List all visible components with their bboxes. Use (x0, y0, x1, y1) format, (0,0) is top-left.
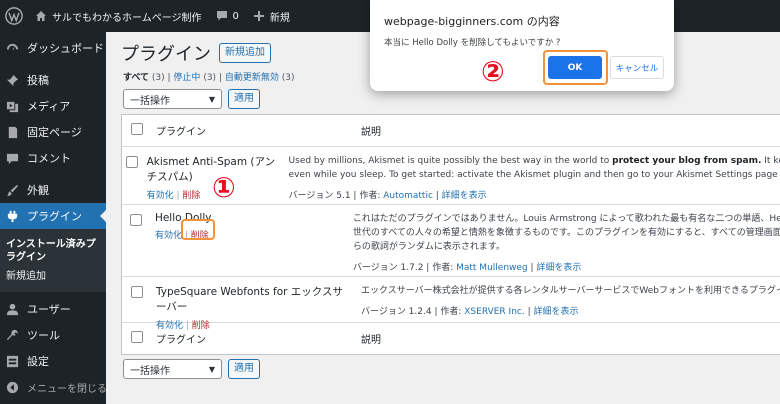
plugin-status-filters: すべて (3) | 停止中 (3) | 自動更新無効 (3) (123, 73, 295, 83)
table-footer: プラグイン 説明 (122, 323, 780, 354)
delete-link[interactable]: 削除 (182, 191, 200, 201)
bulk-actions-top: 一括操作 ▼ 適用 (123, 89, 260, 109)
activate-link[interactable]: 有効化 (147, 191, 174, 201)
select-all-checkbox[interactable] (130, 123, 143, 135)
comments-count: 0 (232, 10, 239, 22)
comments-link[interactable]: 0 (209, 0, 246, 32)
author-link[interactable]: Automattic (383, 191, 433, 201)
sidebar-item-dashboard[interactable]: ダッシュボード (0, 35, 106, 61)
sidebar-item-comments[interactable]: コメント (0, 145, 106, 171)
confirm-dialog: webpage-bigginners.com の内容 本当に Hello Dol… (370, 0, 674, 91)
media-icon (6, 100, 19, 113)
title-row: プラグイン 新規追加 (121, 40, 271, 66)
table-row: Hello Dolly 有効化 | 削除 これはただのプラグインではありません。… (122, 205, 780, 277)
wrench-icon (6, 329, 19, 342)
plugin-checkbox[interactable] (125, 156, 138, 168)
plugin-icon (6, 210, 19, 223)
dialog-message: 本当に Hello Dolly を削除してもよいですか ? (384, 38, 561, 48)
plugin-checkbox[interactable] (130, 286, 143, 298)
dashboard-icon (6, 42, 19, 55)
filter-auto-update-disabled[interactable]: 自動更新無効 (225, 73, 279, 83)
comment-icon (6, 152, 19, 165)
column-plugin-footer: プラグイン (156, 335, 206, 346)
column-description-header: 説明 (361, 127, 381, 138)
sidebar-item-posts[interactable]: 投稿 (0, 67, 106, 93)
sidebar-item-plugins[interactable]: プラグイン (0, 203, 106, 229)
table-row: TypeSquare Webfonts for エックスサーバー 有効化 | 削… (122, 277, 780, 331)
apply-button-bottom[interactable]: 適用 (228, 359, 260, 379)
submenu-add-new[interactable]: 新規追加 (0, 267, 106, 286)
plugin-meta: バージョン 1.7.2 | 作者: Matt Mullenweg | 詳細を表示 (352, 263, 582, 273)
settings-icon (6, 355, 19, 368)
select-all-checkbox-footer[interactable] (130, 331, 143, 343)
admin-sidebar: ダッシュボード 投稿 メディア 固定ページ コメント 外観 プラグイン インスト… (0, 32, 107, 404)
bulk-action-select-top[interactable]: 一括操作 ▼ (123, 89, 222, 109)
brush-icon (6, 184, 19, 197)
details-link[interactable]: 詳細を表示 (533, 307, 578, 317)
sidebar-item-media[interactable]: メディア (0, 93, 106, 119)
submenu-installed-plugins[interactable]: インストール済みプラグイン (0, 235, 106, 267)
bulk-actions-bottom: 一括操作 ▼ 適用 (123, 359, 260, 379)
filter-all[interactable]: すべて (123, 73, 149, 83)
ok-highlight-box (543, 50, 608, 85)
plugin-checkbox[interactable] (129, 214, 142, 226)
bulk-action-select-bottom[interactable]: 一括操作 ▼ (123, 359, 222, 379)
author-link[interactable]: Matt Mullenweg (456, 263, 528, 273)
column-description-footer: 説明 (361, 335, 381, 346)
step-2-marker: ② (481, 55, 505, 88)
comment-bubble-icon (216, 11, 227, 21)
sidebar-item-settings[interactable]: 設定 (0, 348, 106, 374)
plugin-meta: バージョン 1.2.4 | 作者: XSERVER Inc. | 詳細を表示 (361, 307, 579, 317)
site-name-link[interactable]: サルでもわかるホームページ制作 (28, 0, 209, 32)
page-title: プラグイン (121, 44, 211, 65)
column-plugin-header: プラグイン (156, 127, 206, 138)
table-header: プラグイン 説明 (122, 115, 780, 147)
plugins-table: プラグイン 説明 Akismet Anti-Spam (アンチスパム) 有効化 … (121, 114, 780, 355)
dialog-cancel-button[interactable]: キャンセル (610, 56, 664, 79)
home-icon (36, 11, 46, 21)
author-link[interactable]: XSERVER Inc. (464, 307, 524, 317)
details-link[interactable]: 詳細を表示 (536, 263, 581, 273)
collapse-arrow-icon (6, 381, 19, 394)
collapse-menu-button[interactable]: メニューを閉じる (0, 374, 107, 400)
user-icon (6, 303, 19, 316)
plugin-description: エックスサーバー株式会社が提供する各レンタルサーバーサービスでWebフォントを利… (361, 286, 780, 296)
site-name: サルでもわかるホームページ制作 (52, 12, 202, 24)
sidebar-item-users[interactable]: ユーザー (0, 296, 106, 322)
plugin-description: Used by millions, Akismet is quite possi… (288, 156, 780, 166)
page-icon (6, 126, 19, 139)
sidebar-item-pages[interactable]: 固定ページ (0, 119, 106, 145)
plus-icon (253, 11, 264, 21)
plugins-submenu: インストール済みプラグイン 新規追加 (0, 229, 106, 292)
sidebar-item-appearance[interactable]: 外観 (0, 177, 106, 203)
add-new-plugin-button[interactable]: 新規追加 (219, 43, 271, 63)
pin-icon (6, 74, 19, 87)
wordpress-logo-icon[interactable] (0, 0, 28, 32)
plugin-meta: バージョン 5.1 | 作者: Automattic | 詳細を表示 (288, 191, 487, 201)
step-1-marker: ① (212, 171, 236, 204)
new-label: 新規 (269, 12, 290, 24)
sidebar-item-tools[interactable]: ツール (0, 322, 106, 348)
new-content-link[interactable]: 新規 (246, 0, 297, 32)
plugin-description: これはただのプラグインではありません。Louis Armstrong によって歌… (352, 214, 780, 224)
chevron-down-icon: ▼ (208, 364, 215, 374)
chevron-down-icon: ▼ (208, 94, 215, 104)
dialog-title: webpage-bigginners.com の内容 (384, 15, 560, 28)
filter-inactive[interactable]: 停止中 (173, 73, 200, 83)
activate-link[interactable]: 有効化 (155, 231, 182, 241)
details-link[interactable]: 詳細を表示 (442, 191, 487, 201)
plugin-name: TypeSquare Webfonts for エックスサーバー (156, 286, 343, 313)
delete-highlight-box (181, 219, 215, 240)
apply-button-top[interactable]: 適用 (228, 89, 260, 109)
